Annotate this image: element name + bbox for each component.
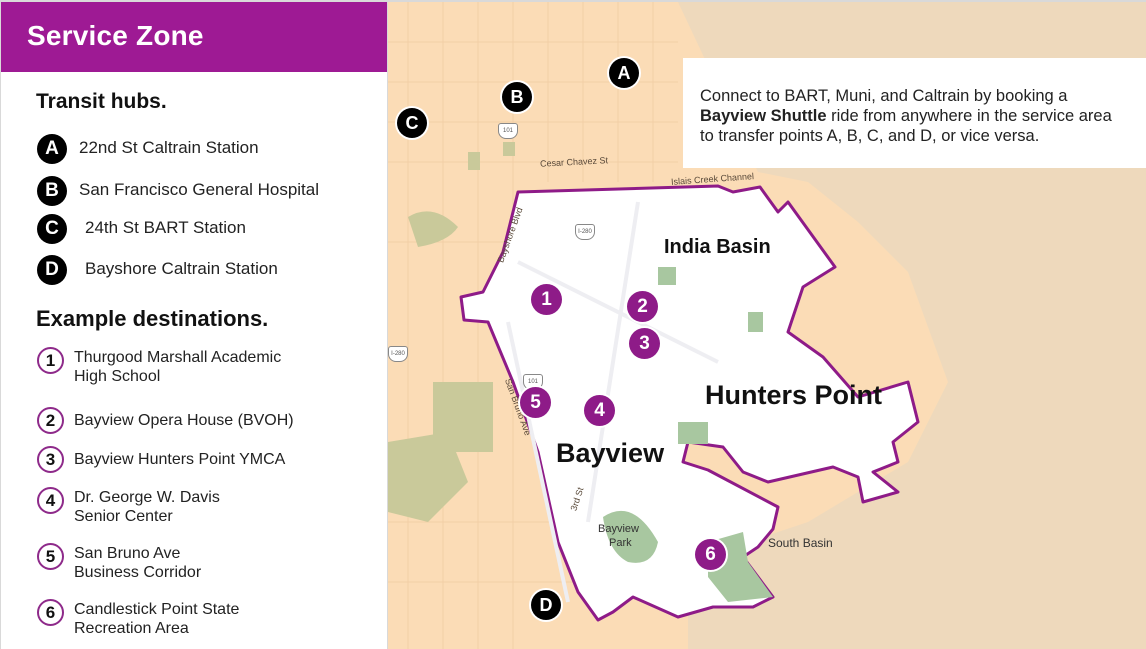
hub-label: 24th St BART Station bbox=[85, 218, 246, 237]
info-callout: Connect to BART, Muni, and Caltrain by b… bbox=[683, 58, 1146, 168]
destination-item-5: 5 San Bruno Ave Business Corridor bbox=[37, 543, 201, 582]
destination-line1: Dr. George W. Davis bbox=[74, 489, 220, 506]
destination-marker-4[interactable]: 4 bbox=[584, 395, 615, 426]
destination-line1: San Bruno Ave bbox=[74, 545, 181, 562]
area-label-hunters-point: Hunters Point bbox=[705, 380, 883, 410]
hub-b-icon: B bbox=[37, 176, 67, 206]
hub-marker-a[interactable]: A bbox=[609, 58, 639, 88]
destination-line2: High School bbox=[74, 368, 161, 385]
destination-line1: Thurgood Marshall Academic bbox=[74, 349, 282, 366]
hub-label: Bayshore Caltrain Station bbox=[85, 259, 278, 278]
highway-280-shield-icon: I-280 bbox=[575, 224, 595, 240]
hub-c-icon: C bbox=[37, 214, 67, 244]
destination-item-4: 4 Dr. George W. Davis Senior Center bbox=[37, 487, 220, 526]
park-label-park: Park bbox=[609, 537, 632, 549]
destination-3-icon: 3 bbox=[37, 446, 64, 473]
area-label-india-basin: India Basin bbox=[664, 236, 771, 258]
hub-item-c: C 24th St BART Station bbox=[37, 214, 246, 244]
highway-280-shield-icon: I-280 bbox=[388, 346, 408, 362]
destination-5-icon: 5 bbox=[37, 543, 64, 570]
destination-item-1: 1 Thurgood Marshall Academic High School bbox=[37, 347, 281, 386]
hub-marker-b[interactable]: B bbox=[502, 82, 532, 112]
info-line-2: Bayview Shuttle ride from anywhere in th… bbox=[700, 106, 1146, 126]
hub-item-b: B San Francisco General Hospital bbox=[37, 176, 319, 206]
info-line-2-rest: ride from anywhere in the service area bbox=[826, 107, 1112, 125]
destination-2-icon: 2 bbox=[37, 407, 64, 434]
park-label-bayview: Bayview bbox=[598, 523, 639, 535]
destination-label: Thurgood Marshall Academic High School bbox=[74, 348, 281, 386]
destination-4-icon: 4 bbox=[37, 487, 64, 514]
destination-item-2: 2 Bayview Opera House (BVOH) bbox=[37, 407, 294, 434]
hub-marker-c[interactable]: C bbox=[397, 108, 427, 138]
hub-label: San Francisco General Hospital bbox=[79, 180, 320, 199]
destination-label: Bayview Opera House (BVOH) bbox=[74, 412, 294, 429]
destination-label: San Bruno Ave Business Corridor bbox=[74, 544, 201, 582]
hub-label: 22nd St Caltrain Station bbox=[79, 138, 259, 157]
info-line-1: Connect to BART, Muni, and Caltrain by b… bbox=[700, 87, 1068, 105]
destination-marker-2[interactable]: 2 bbox=[627, 291, 658, 322]
info-line-3: to transfer points A, B, C, and D, or vi… bbox=[700, 127, 1040, 145]
destination-label: Candlestick Point State Recreation Area bbox=[74, 600, 239, 638]
destination-1-icon: 1 bbox=[37, 347, 64, 374]
destination-marker-5[interactable]: 5 bbox=[520, 387, 551, 418]
area-label-bayview: Bayview bbox=[556, 438, 665, 468]
destination-marker-1[interactable]: 1 bbox=[531, 284, 562, 315]
destination-label: Bayview Hunters Point YMCA bbox=[74, 451, 286, 468]
destination-6-icon: 6 bbox=[37, 599, 64, 626]
destination-line2: Senior Center bbox=[74, 508, 173, 525]
transit-hubs-heading: Transit hubs. bbox=[36, 90, 167, 113]
hub-item-a: A 22nd St Caltrain Station bbox=[37, 134, 259, 164]
hub-d-icon: D bbox=[37, 255, 67, 285]
water-label-south-basin: South Basin bbox=[768, 536, 833, 550]
destination-item-6: 6 Candlestick Point State Recreation Are… bbox=[37, 599, 239, 638]
bayview-shuttle-brand: Bayview Shuttle bbox=[700, 107, 827, 125]
destination-line2: Business Corridor bbox=[74, 564, 202, 581]
hub-item-d: D Bayshore Caltrain Station bbox=[37, 255, 278, 285]
hub-marker-d[interactable]: D bbox=[531, 590, 561, 620]
destination-marker-3[interactable]: 3 bbox=[629, 328, 660, 359]
destination-label: Dr. George W. Davis Senior Center bbox=[74, 488, 220, 526]
hub-a-icon: A bbox=[37, 134, 67, 164]
destination-line1: Candlestick Point State bbox=[74, 601, 240, 618]
destination-line2: Recreation Area bbox=[74, 620, 189, 637]
highway-101-shield-icon: 101 bbox=[498, 123, 518, 139]
panel-title: Service Zone bbox=[27, 20, 204, 51]
panel-header: Service Zone bbox=[1, 2, 387, 72]
legend-panel: Service Zone Transit hubs. A 22nd St Cal… bbox=[1, 2, 387, 649]
destinations-heading: Example destinations. bbox=[36, 306, 269, 331]
destination-marker-6[interactable]: 6 bbox=[695, 539, 726, 570]
destination-item-3: 3 Bayview Hunters Point YMCA bbox=[37, 446, 285, 473]
